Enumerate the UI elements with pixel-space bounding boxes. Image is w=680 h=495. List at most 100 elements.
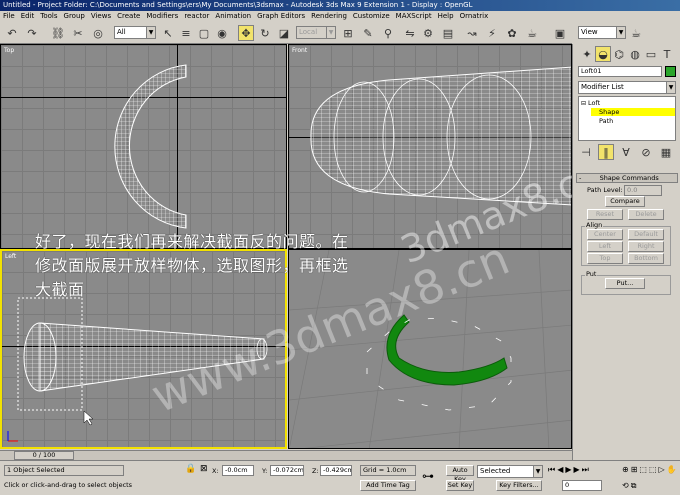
menu-ornatrix[interactable]: Ornatrix bbox=[457, 11, 492, 22]
menu-customize[interactable]: Customize bbox=[350, 11, 393, 22]
pin-stack-icon[interactable]: ⊣ bbox=[578, 144, 594, 160]
align-bottom-button[interactable]: Bottom bbox=[628, 253, 664, 264]
stack-item-shape[interactable]: Shape bbox=[591, 108, 675, 116]
field-of-view-icon[interactable]: ▷ bbox=[659, 465, 665, 479]
scale-icon[interactable]: ◪ bbox=[276, 25, 292, 41]
menu-graph-editors[interactable]: Graph Editors bbox=[254, 11, 308, 22]
time-slider-thumb[interactable]: 0 / 100 bbox=[14, 451, 74, 460]
configure-sets-icon[interactable]: ▦ bbox=[658, 144, 674, 160]
viewport-top[interactable]: Top bbox=[0, 44, 287, 249]
menu-tools[interactable]: Tools bbox=[37, 11, 60, 22]
absolute-mode-icon[interactable]: ⊠ bbox=[200, 464, 208, 474]
pan-icon[interactable]: ✋ bbox=[667, 465, 677, 479]
stack-item-loft[interactable]: ⊟ Loft bbox=[581, 99, 600, 107]
auto-key-button[interactable]: Auto Key bbox=[446, 465, 474, 483]
align-center-button[interactable]: Center bbox=[587, 229, 623, 240]
menu-rendering[interactable]: Rendering bbox=[308, 11, 350, 22]
viewport-label[interactable]: Front bbox=[292, 47, 307, 54]
rect-region-icon[interactable]: ▢ bbox=[196, 25, 212, 41]
time-slider[interactable]: 0 / 100 bbox=[0, 450, 572, 460]
hierarchy-tab-icon[interactable]: ⌬ bbox=[611, 46, 627, 62]
ref-coord-dropdown[interactable]: Local ▼ bbox=[296, 26, 336, 39]
align-right-button[interactable]: Right bbox=[628, 241, 664, 252]
reset-button[interactable]: Reset bbox=[587, 209, 623, 220]
rotate-icon[interactable]: ↻ bbox=[257, 25, 273, 41]
key-filters-button[interactable]: Key Filters... bbox=[496, 480, 542, 491]
pivot-icon[interactable]: ⊞ bbox=[340, 25, 356, 41]
zoom-icon[interactable]: ⊕ bbox=[622, 465, 629, 479]
add-time-tag-button[interactable]: Add Time Tag bbox=[360, 480, 416, 491]
remove-modifier-icon[interactable]: ⊘ bbox=[638, 144, 654, 160]
x-coordinate-field[interactable]: -0.0cm bbox=[222, 465, 254, 476]
menu-help[interactable]: Help bbox=[435, 11, 457, 22]
select-manipulate-icon[interactable]: ✎ bbox=[360, 25, 376, 41]
menu-file[interactable]: File bbox=[0, 11, 18, 22]
object-name-field[interactable]: Loft01 bbox=[578, 66, 662, 77]
quick-render-icon[interactable]: ▣ bbox=[552, 25, 568, 41]
zoom-extents-icon[interactable]: ⬚ bbox=[639, 465, 647, 479]
window-crossing-icon[interactable]: ◉ bbox=[214, 25, 230, 41]
current-frame-field[interactable]: 0 bbox=[562, 480, 602, 491]
selection-filter-dropdown[interactable]: All ▼ bbox=[114, 26, 156, 39]
motion-tab-icon[interactable]: ◍ bbox=[627, 46, 643, 62]
schematic-icon[interactable]: ⚡ bbox=[484, 25, 500, 41]
go-to-start-icon[interactable]: ⏮ bbox=[548, 465, 555, 476]
rollout-shape-commands[interactable]: - Shape Commands bbox=[576, 173, 678, 183]
unlink-icon[interactable]: ✂ bbox=[70, 25, 86, 41]
align-default-button[interactable]: Default bbox=[628, 229, 664, 240]
y-coordinate-field[interactable]: -0.072cm bbox=[270, 465, 304, 476]
zoom-all-icon[interactable]: ⊞ bbox=[631, 465, 638, 479]
bind-space-warp-icon[interactable]: ◎ bbox=[90, 25, 106, 41]
stack-item-path[interactable]: Path bbox=[599, 117, 613, 125]
teapot-icon[interactable]: ☕ bbox=[628, 25, 644, 41]
render-scene-icon[interactable]: ☕ bbox=[524, 25, 540, 41]
key-icon[interactable]: ⊶ bbox=[422, 469, 434, 483]
select-by-name-icon[interactable]: ≡ bbox=[178, 25, 194, 41]
menu-group[interactable]: Group bbox=[61, 11, 88, 22]
modifier-list-dropdown[interactable]: Modifier List ▼ bbox=[578, 81, 676, 94]
object-color-swatch[interactable] bbox=[665, 66, 676, 77]
menu-edit[interactable]: Edit bbox=[18, 11, 38, 22]
menu-maxscript[interactable]: MAXScript bbox=[393, 11, 435, 22]
curve-editor-icon[interactable]: ↝ bbox=[464, 25, 480, 41]
align-top-button[interactable]: Top bbox=[587, 253, 623, 264]
redo-icon[interactable]: ↷ bbox=[24, 25, 40, 41]
create-tab-icon[interactable]: ✦ bbox=[579, 46, 595, 62]
undo-icon[interactable]: ↶ bbox=[4, 25, 20, 41]
next-frame-icon[interactable]: ▶ bbox=[574, 465, 580, 476]
select-link-icon[interactable]: ⛓ bbox=[50, 25, 66, 41]
make-unique-icon[interactable]: ∀ bbox=[618, 144, 634, 160]
align-icon[interactable]: ⚙ bbox=[420, 25, 436, 41]
utilities-tab-icon[interactable]: T bbox=[659, 46, 675, 62]
lock-icon[interactable]: 🔒 bbox=[185, 464, 196, 474]
compare-button[interactable]: Compare bbox=[605, 196, 645, 207]
move-icon[interactable]: ✥ bbox=[238, 25, 254, 41]
set-key-button[interactable]: Set Key bbox=[446, 480, 474, 491]
previous-frame-icon[interactable]: ◀ bbox=[557, 465, 563, 476]
select-object-icon[interactable]: ↖ bbox=[160, 25, 176, 41]
menu-create[interactable]: Create bbox=[114, 11, 143, 22]
material-editor-icon[interactable]: ✿ bbox=[504, 25, 520, 41]
maximize-viewport-icon[interactable]: ⧉ bbox=[631, 481, 637, 495]
named-selection-dropdown[interactable]: View ▼ bbox=[578, 26, 626, 39]
display-tab-icon[interactable]: ▭ bbox=[643, 46, 659, 62]
menu-modifiers[interactable]: Modifiers bbox=[143, 11, 181, 22]
snap-icon[interactable]: ⚲ bbox=[380, 25, 396, 41]
mirror-icon[interactable]: ⇋ bbox=[402, 25, 418, 41]
path-level-spinner[interactable]: 0.0 bbox=[624, 185, 662, 196]
key-mode-dropdown[interactable]: Selected ▼ bbox=[477, 465, 543, 478]
modify-tab-icon[interactable]: ◒ bbox=[595, 46, 611, 62]
delete-button[interactable]: Delete bbox=[628, 209, 664, 220]
align-left-button[interactable]: Left bbox=[587, 241, 623, 252]
menu-views[interactable]: Views bbox=[88, 11, 114, 22]
play-icon[interactable]: ▶ bbox=[565, 465, 571, 476]
menu-animation[interactable]: Animation bbox=[212, 11, 254, 22]
zoom-extents-all-icon[interactable]: ⬚ bbox=[649, 465, 657, 479]
viewport-label[interactable]: Top bbox=[4, 47, 14, 54]
z-coordinate-field[interactable]: -0.429cm bbox=[320, 465, 352, 476]
arc-rotate-icon[interactable]: ⟲ bbox=[622, 481, 629, 495]
put-button[interactable]: Put... bbox=[605, 278, 645, 289]
viewport-label[interactable]: Left bbox=[5, 253, 16, 260]
show-end-result-icon[interactable]: ‖ bbox=[598, 144, 614, 160]
menu-reactor[interactable]: reactor bbox=[181, 11, 212, 22]
